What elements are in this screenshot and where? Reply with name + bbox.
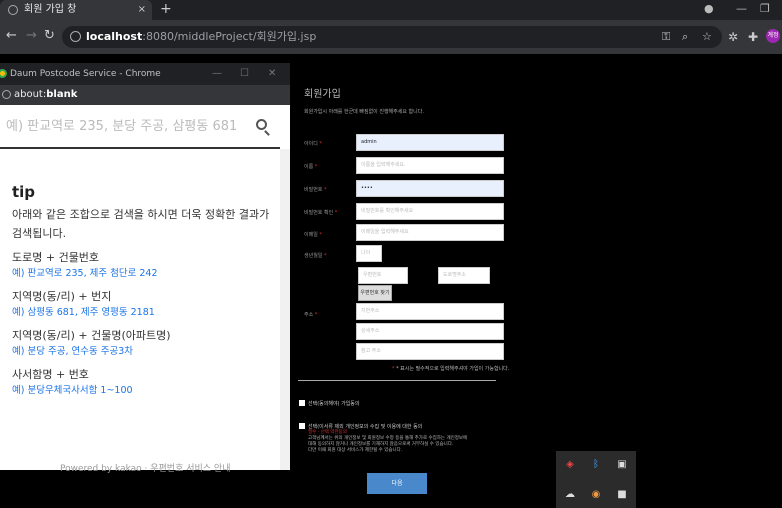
app-icon[interactable]: ■ bbox=[616, 489, 628, 501]
address-host: localhost bbox=[86, 30, 143, 43]
popup-maximize-icon[interactable]: ☐ bbox=[240, 63, 249, 85]
address-toolbar: ← → ↻ localhost:8080/middleProject/회원가입.… bbox=[0, 20, 782, 54]
example-category: 지역명(동/리) + 번지 bbox=[12, 290, 112, 303]
page-title: 회원가입 bbox=[304, 89, 341, 100]
password-confirm-field[interactable]: 비밀번호를 확인해주세요 bbox=[356, 203, 504, 220]
field-label: 아이디 * bbox=[304, 141, 322, 147]
postcode-field[interactable]: 우편번호 bbox=[358, 267, 408, 284]
terms-text: 필수 · 선택 약관동의 고객님께서는 위의 개인정보 및 회원정보 수정 등을… bbox=[308, 430, 468, 453]
password-field[interactable]: •••• bbox=[356, 180, 504, 197]
tip-title: tip bbox=[12, 183, 36, 201]
puzzle-icon[interactable]: ✚ bbox=[748, 30, 758, 44]
search-placeholder: 예) 판교역로 235, 분당 주공, 삼평동 681 bbox=[6, 119, 238, 134]
example-text: 예) 분당우체국사서함 1~100 bbox=[12, 385, 133, 396]
example-category: 도로명 + 건물번호 bbox=[12, 251, 100, 264]
key-icon[interactable]: ⚿ bbox=[662, 26, 670, 48]
chrome-icon bbox=[0, 69, 7, 78]
consent-checkbox[interactable] bbox=[299, 400, 305, 406]
extra-address-field[interactable]: 참고 주소 bbox=[356, 343, 504, 360]
example-text: 예) 삼평동 681, 제주 영평동 2181 bbox=[12, 307, 155, 318]
field-label: 비밀번호 확인 * bbox=[304, 210, 338, 216]
field-label: 이름 * bbox=[304, 164, 318, 170]
divider bbox=[298, 380, 496, 381]
system-tray-overflow: ◈ ᛒ ▣ ☁ ◉ ■ bbox=[556, 451, 636, 508]
antivirus-icon[interactable]: ◈ bbox=[564, 459, 576, 471]
email-field[interactable]: 이메일을 입력해주세요 bbox=[356, 224, 504, 241]
consent-label: 선택(동의해야) 가입동의 bbox=[308, 401, 360, 407]
globe-icon bbox=[8, 5, 18, 15]
search-icon[interactable] bbox=[256, 119, 267, 130]
detail-address-field[interactable]: 상세주소 bbox=[356, 323, 504, 340]
birth-field[interactable]: 나이 bbox=[356, 245, 382, 262]
example-text: 예) 판교역로 235, 제주 첨단로 242 bbox=[12, 268, 158, 279]
tip-section: tip 아래와 같은 조합으로 검색을 하시면 더욱 정확한 결과가 검색됩니다… bbox=[12, 183, 280, 399]
popup-address-bar: about:blank bbox=[0, 85, 290, 105]
example-category: 지역명(동/리) + 건물명(아파트명) bbox=[12, 329, 171, 342]
forward-icon[interactable]: → bbox=[26, 28, 37, 43]
privacy-consent-label: 선택(이서류 제외 개인정보의 수집 및 이용에 대한 동의 bbox=[308, 424, 423, 430]
field-label: 주소 * bbox=[304, 312, 318, 318]
id-field[interactable]: admin bbox=[356, 134, 504, 151]
postcode-search-input[interactable]: 예) 판교역로 235, 분당 주공, 삼평동 681 bbox=[0, 105, 280, 149]
field-label: 이메일 * bbox=[304, 232, 322, 238]
popup-title: Daum Postcode Service - Chrome bbox=[10, 69, 161, 79]
tip-description: 아래와 같은 조합으로 검색을 하시면 더욱 정확한 결과가 검색됩니다. bbox=[12, 208, 270, 240]
postcode-popup-window: Daum Postcode Service - Chrome — ☐ ✕ abo… bbox=[0, 63, 290, 474]
field-label: 비밀번호 * bbox=[304, 187, 327, 193]
tab-signup[interactable]: 회원 가입 창 × bbox=[0, 0, 152, 20]
new-tab-button[interactable]: + bbox=[160, 0, 172, 18]
back-icon[interactable]: ← bbox=[6, 28, 17, 43]
chrome-icon[interactable]: ◉ bbox=[590, 489, 602, 501]
star-icon[interactable]: ☆ bbox=[702, 26, 712, 48]
profile-avatar[interactable]: 계정 bbox=[766, 29, 780, 43]
popup-address-bold: blank bbox=[46, 89, 78, 100]
privacy-consent-checkbox[interactable] bbox=[299, 423, 305, 429]
popup-minimize-icon[interactable]: — bbox=[212, 63, 222, 85]
bluetooth-icon[interactable]: ᛒ bbox=[590, 459, 602, 471]
name-field[interactable]: 이름을 입력해주세요. bbox=[356, 157, 504, 174]
form-description: 회원가입시 아래를 한군데 빠짐없이 진행해주세요 합니다. bbox=[304, 109, 424, 115]
field-label: 생년월일 * bbox=[304, 253, 327, 259]
address-path: :8080/middleProject/회원가입.jsp bbox=[142, 30, 317, 43]
next-button[interactable]: 다음 bbox=[367, 473, 427, 494]
find-postcode-button[interactable]: 우편번호 찾기 bbox=[358, 285, 392, 301]
tab-close-icon[interactable]: × bbox=[138, 0, 146, 20]
security-icon[interactable]: ▣ bbox=[616, 459, 628, 471]
minimize-icon[interactable]: — bbox=[736, 2, 747, 15]
extension-gear-icon[interactable]: ✲ bbox=[728, 30, 738, 44]
media-icon[interactable]: ● bbox=[704, 2, 714, 15]
popup-address-prefix: about: bbox=[14, 89, 47, 100]
popup-scrollbar[interactable] bbox=[280, 149, 290, 470]
reload-icon[interactable]: ↻ bbox=[44, 28, 55, 43]
example-category: 사서함명 + 번호 bbox=[12, 368, 89, 381]
zoom-icon[interactable]: ⌕ bbox=[682, 26, 688, 48]
example-text: 예) 분당 주공, 연수동 주공3차 bbox=[12, 346, 133, 357]
info-icon[interactable] bbox=[70, 31, 81, 42]
signup-form: 회원가입 회원가입시 아래를 한군데 빠짐없이 진행해주세요 합니다. 아이디 … bbox=[290, 63, 580, 508]
info-icon bbox=[2, 90, 11, 99]
address-bar[interactable]: localhost:8080/middleProject/회원가입.jsp ⚿ … bbox=[62, 26, 722, 48]
cloud-icon[interactable]: ☁ bbox=[564, 489, 576, 501]
popup-close-icon[interactable]: ✕ bbox=[268, 63, 276, 85]
browser-tab-bar: 회원 가입 창 × + ● — ❐ bbox=[0, 0, 782, 20]
jibun-address-field[interactable]: 지번주소 bbox=[356, 303, 504, 320]
popup-footer: Powered by kakao · 우편번호 서비스 안내 bbox=[60, 464, 231, 474]
road-address-field[interactable]: 도로명주소 bbox=[438, 267, 490, 284]
tab-title: 회원 가입 창 bbox=[24, 4, 77, 15]
popup-title-bar: Daum Postcode Service - Chrome — ☐ ✕ bbox=[0, 63, 290, 85]
restore-icon[interactable]: ❐ bbox=[760, 2, 770, 15]
required-note: * * 표시는 필수적으로 입력해주셔야 가입이 가능합니다. bbox=[392, 366, 510, 372]
